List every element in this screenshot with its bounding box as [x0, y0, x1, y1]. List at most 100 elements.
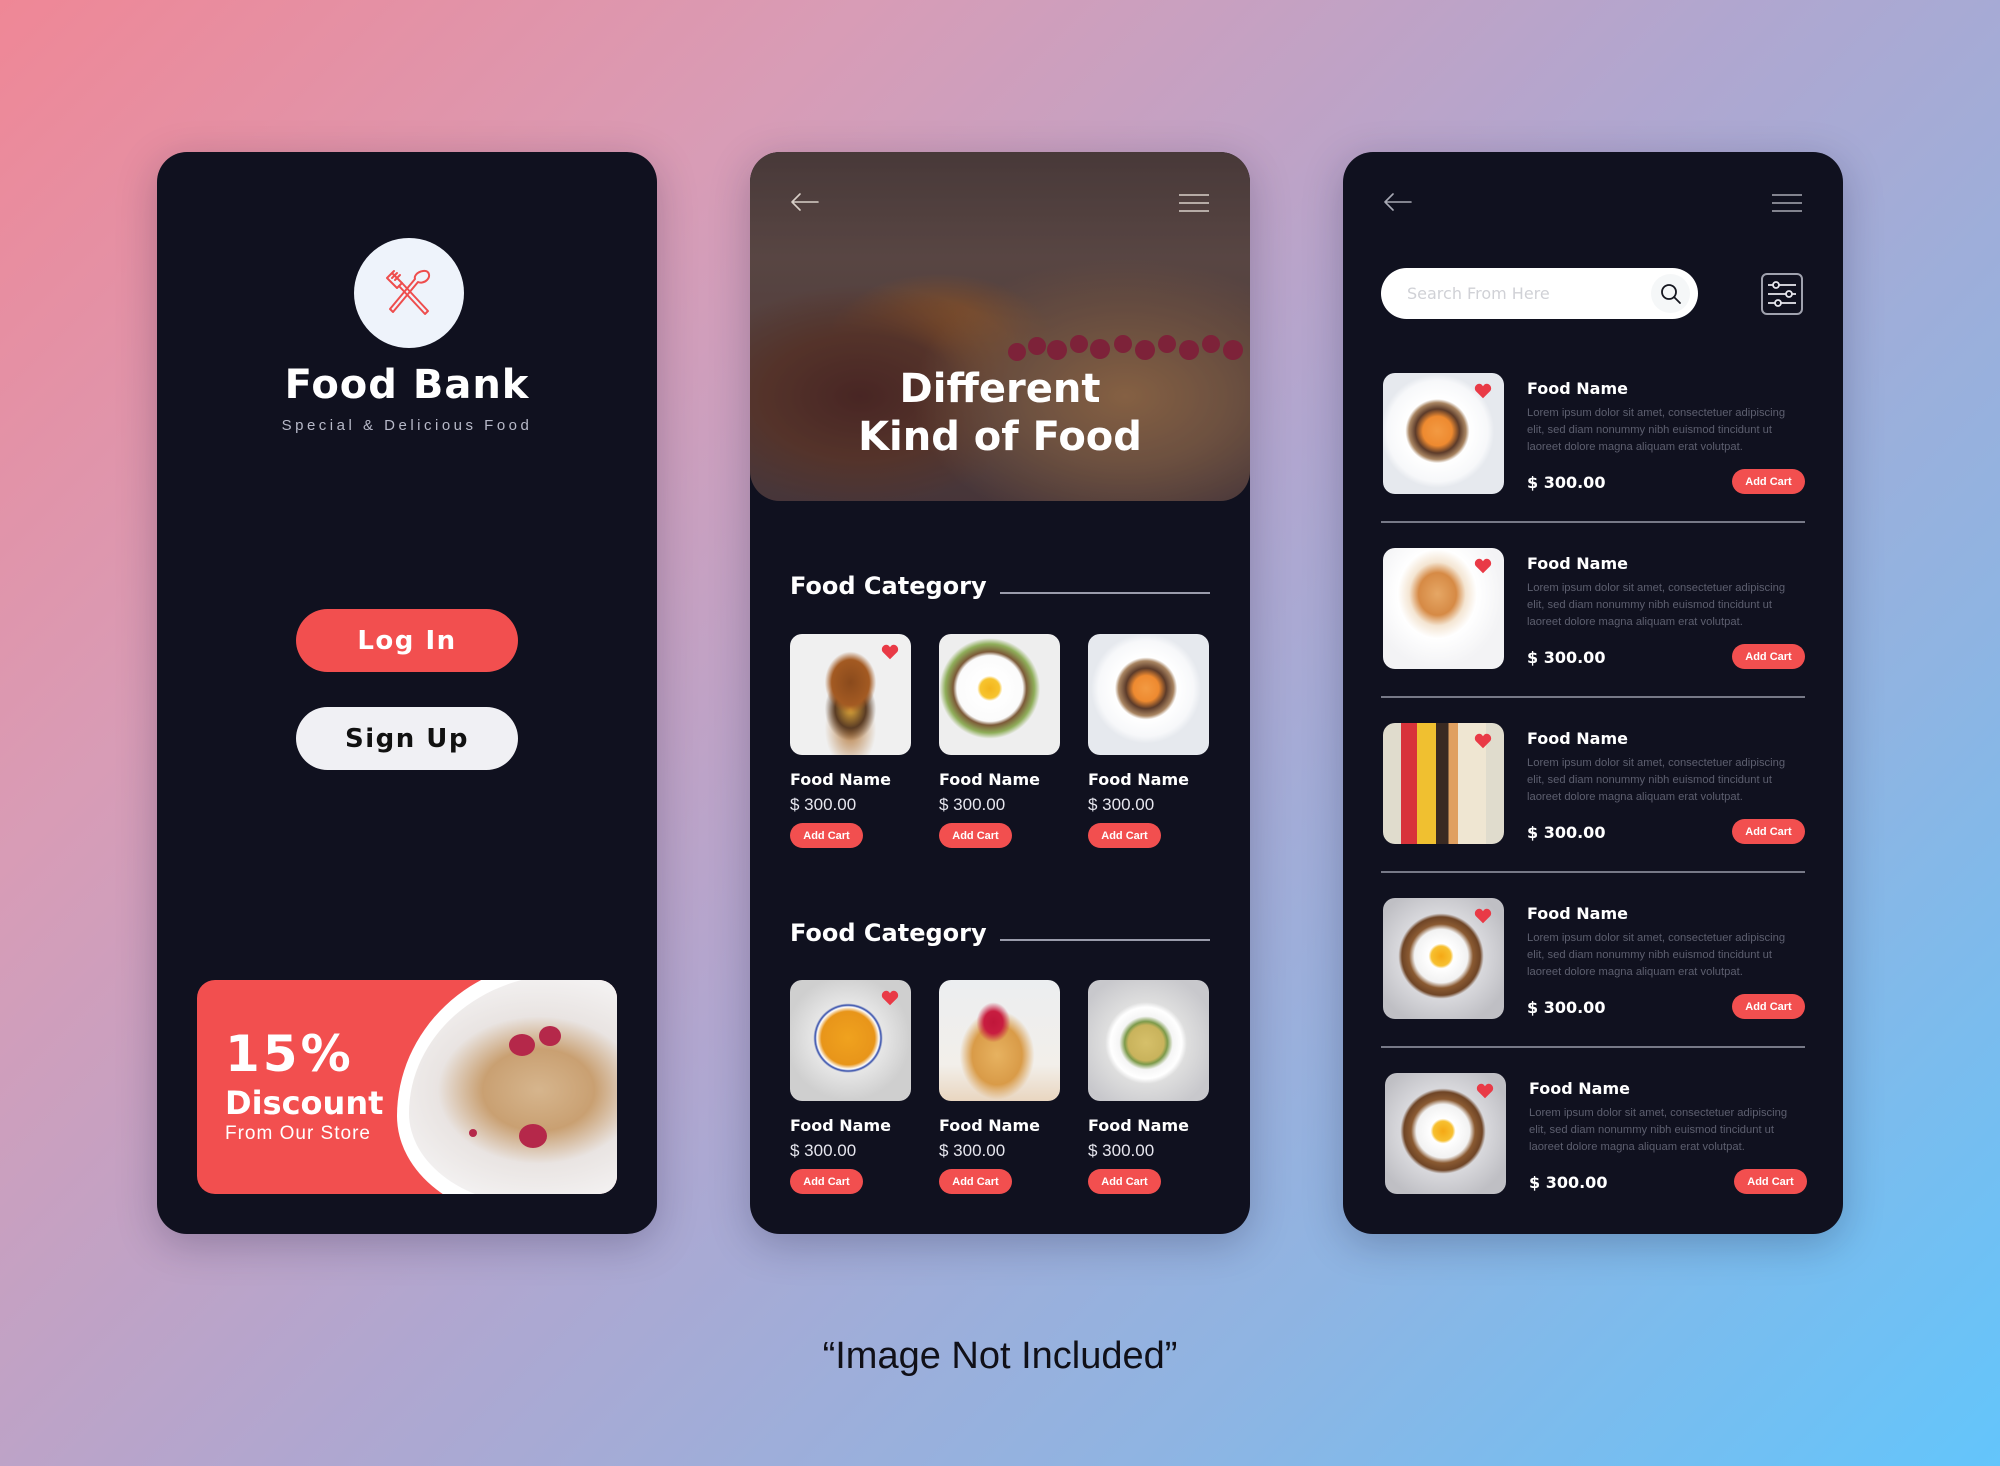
section-header: Food Category [790, 919, 1210, 951]
food-tile[interactable]: Food Name $ 300.00 Add Cart [939, 634, 1060, 848]
signup-button[interactable]: Sign Up [296, 707, 518, 770]
food-price: $ 300.00 [939, 1141, 1006, 1160]
food-price: $ 300.00 [939, 795, 1006, 814]
list-item[interactable]: Food Name Lorem ipsum dolor sit amet, co… [1381, 373, 1805, 548]
food-price: $ 300.00 [1529, 1173, 1608, 1192]
image-caption: “Image Not Included” [822, 1335, 1178, 1377]
add-cart-button[interactable]: Add Cart [1732, 819, 1805, 844]
food-description: Lorem ipsum dolor sit amet, consectetuer… [1527, 582, 1786, 628]
egg-toast-photo [1383, 898, 1504, 1019]
heart-icon[interactable] [881, 644, 899, 660]
burger-photo [790, 634, 911, 755]
raspberry-decoration [539, 1026, 561, 1046]
list-item[interactable]: Food Name Lorem ipsum dolor sit amet, co… [1381, 548, 1805, 723]
food-name: Food Name [1527, 904, 1628, 923]
search-button[interactable] [1651, 274, 1690, 313]
food-name: Food Name [790, 1116, 891, 1135]
raspberry-decoration [519, 1124, 547, 1148]
add-cart-button[interactable]: Add Cart [790, 823, 863, 848]
list-divider [1381, 871, 1805, 873]
bagel-plate-photo [1383, 548, 1504, 669]
peach-granola-bowl-photo [1383, 373, 1504, 494]
food-tile[interactable]: Food Name $ 300.00 Add Cart [790, 634, 911, 848]
filter-button[interactable] [1761, 273, 1803, 315]
discount-banner[interactable]: 15% Discount From Our Store [197, 980, 617, 1194]
list-item[interactable]: Food Name Lorem ipsum dolor sit amet, co… [1385, 1073, 1807, 1234]
section-header: Food Category [790, 572, 1210, 604]
search-input[interactable] [1407, 268, 1637, 319]
pumpkin-soup-photo [790, 980, 911, 1101]
login-button[interactable]: Log In [296, 609, 518, 672]
food-name: Food Name [1527, 554, 1628, 573]
heart-icon[interactable] [1474, 558, 1492, 574]
food-name: Food Name [939, 770, 1040, 789]
add-cart-button[interactable]: Add Cart [1088, 1169, 1161, 1194]
food-grid: Food Name $ 300.00 Add Cart Food Name $ … [790, 980, 1210, 1210]
add-cart-button[interactable]: Add Cart [1732, 644, 1805, 669]
egg-toast-photo [1385, 1073, 1506, 1194]
heart-icon[interactable] [881, 990, 899, 1006]
add-cart-button[interactable]: Add Cart [939, 823, 1012, 848]
section-title: Food Category [790, 919, 987, 947]
food-tile[interactable]: Food Name $ 300.00 Add Cart [790, 980, 911, 1194]
hamburger-menu-icon[interactable] [1771, 193, 1803, 213]
section-divider [1000, 939, 1210, 941]
peach-granola-bowl-photo [1088, 634, 1209, 755]
add-cart-button[interactable]: Add Cart [1732, 469, 1805, 494]
egg-toast-photo [939, 634, 1060, 755]
section-title: Food Category [790, 572, 987, 600]
list-item[interactable]: Food Name Lorem ipsum dolor sit amet, co… [1381, 898, 1805, 1073]
smoothie-bowl-photo [1383, 723, 1504, 844]
category-screen: Different Kind of Food Food Category Foo… [750, 152, 1250, 1234]
food-price: $ 300.00 [1527, 998, 1606, 1017]
food-name: Food Name [790, 770, 891, 789]
promo-title: Discount [225, 1084, 384, 1122]
food-name: Food Name [1527, 379, 1628, 398]
hero-title: Different Kind of Food [750, 365, 1250, 461]
hero-banner: Different Kind of Food [750, 152, 1250, 501]
arrow-left-icon[interactable] [790, 192, 820, 212]
search-icon [1660, 283, 1681, 304]
food-price: $ 300.00 [1088, 1141, 1155, 1160]
food-tile[interactable]: Food Name $ 300.00 Add Cart [939, 980, 1060, 1194]
list-item[interactable]: Food Name Lorem ipsum dolor sit amet, co… [1381, 723, 1805, 898]
hero-title-line1: Different [899, 366, 1101, 412]
food-grid: Food Name $ 300.00 Add Cart Food Name $ … [790, 634, 1210, 864]
add-cart-button[interactable]: Add Cart [939, 1169, 1012, 1194]
hamburger-menu-icon[interactable] [1178, 193, 1210, 213]
food-price: $ 300.00 [790, 795, 857, 814]
add-cart-button[interactable]: Add Cart [790, 1169, 863, 1194]
food-list-screen: Food Name Lorem ipsum dolor sit amet, co… [1343, 152, 1843, 1234]
add-cart-button[interactable]: Add Cart [1732, 994, 1805, 1019]
food-name: Food Name [1088, 1116, 1189, 1135]
arrow-left-icon[interactable] [1383, 192, 1413, 212]
search-bar [1381, 268, 1698, 319]
section-divider [1000, 592, 1210, 594]
berry-pancakes-photo [939, 980, 1060, 1101]
list-divider [1381, 1046, 1805, 1048]
food-name: Food Name [1527, 729, 1628, 748]
add-cart-button[interactable]: Add Cart [1734, 1169, 1807, 1194]
food-name: Food Name [1088, 770, 1189, 789]
brand-subtitle: Special & Delicious Food [281, 417, 533, 434]
food-description: Lorem ipsum dolor sit amet, consectetuer… [1529, 1107, 1788, 1153]
food-tile[interactable]: Food Name $ 300.00 Add Cart [1088, 634, 1209, 848]
promo-percent: 15% [225, 1025, 354, 1083]
food-price: $ 300.00 [1527, 473, 1606, 492]
list-divider [1381, 696, 1805, 698]
heart-icon[interactable] [1474, 383, 1492, 399]
login-screen: Food Bank Special & Delicious Food Log I… [157, 152, 657, 1234]
hero-title-line2: Kind of Food [858, 414, 1142, 460]
raspberry-decoration [469, 1129, 477, 1137]
add-cart-button[interactable]: Add Cart [1088, 823, 1161, 848]
food-tile[interactable]: Food Name $ 300.00 Add Cart [1088, 980, 1209, 1194]
raspberry-decoration [509, 1034, 535, 1056]
food-name: Food Name [939, 1116, 1040, 1135]
promo-subtitle: From Our Store [225, 1123, 371, 1144]
food-price: $ 300.00 [1527, 823, 1606, 842]
brand-title: Food Bank [284, 362, 530, 408]
heart-icon[interactable] [1474, 733, 1492, 749]
heart-icon[interactable] [1476, 1083, 1494, 1099]
food-description: Lorem ipsum dolor sit amet, consectetuer… [1527, 757, 1786, 803]
heart-icon[interactable] [1474, 908, 1492, 924]
